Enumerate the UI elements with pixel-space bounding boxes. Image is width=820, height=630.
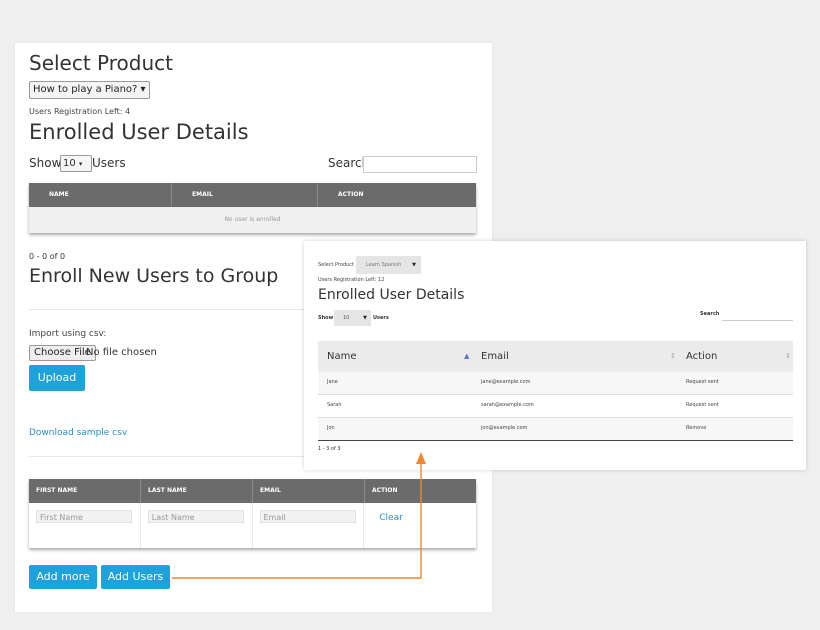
table-header: Name ▲ Email ⇕ Action ⇕ xyxy=(318,341,793,372)
cell-action: Request sent xyxy=(686,402,719,408)
enrolled-result-panel: Select Product Learn Spanish ▼ Users Regi… xyxy=(304,241,806,470)
table-bottom-border xyxy=(318,440,793,441)
select-product-heading: Select Product xyxy=(29,51,173,75)
enrolled-heading: Enrolled User Details xyxy=(29,120,249,144)
cell-email: sarah@example.com xyxy=(481,402,534,408)
pagination-info: 1 - 3 of 3 xyxy=(318,446,341,452)
show-label: Show xyxy=(318,315,334,321)
column-header-first-name: FIRST NAME xyxy=(29,479,141,503)
dropdown-arrow-icon: ▾ xyxy=(140,84,146,95)
cell-name: Jon xyxy=(327,425,335,431)
add-users-table: FIRST NAME LAST NAME EMAIL ACTION First … xyxy=(29,479,476,548)
table-header: FIRST NAME LAST NAME EMAIL ACTION xyxy=(29,479,476,503)
cell-name: Sarah xyxy=(327,402,342,408)
search-input[interactable] xyxy=(722,320,793,321)
column-header-email[interactable]: Email xyxy=(481,351,509,362)
action-cell: Clear xyxy=(364,503,476,548)
column-header-email: EMAIL xyxy=(253,479,365,503)
product-select[interactable]: Learn Spanish ▼ xyxy=(356,256,421,274)
last-name-input[interactable]: Last Name xyxy=(147,510,244,523)
cell-email: jon@example.com xyxy=(481,425,528,431)
upload-button[interactable]: Upload xyxy=(29,365,85,391)
add-more-button[interactable]: Add more xyxy=(29,565,97,589)
clear-link[interactable]: Clear xyxy=(371,510,469,523)
no-file-text: No file chosen xyxy=(86,347,157,358)
enrolled-users-table: NAME EMAIL ACTION No user is enrolled xyxy=(29,183,476,233)
dropdown-arrow-icon: ▼ xyxy=(363,315,367,321)
users-registration-left: Users Registration Left: 4 xyxy=(29,107,131,116)
select-product-label: Select Product xyxy=(318,262,354,268)
column-header-name[interactable]: NAME xyxy=(29,183,172,207)
enroll-heading: Enroll New Users to Group xyxy=(29,265,279,287)
column-header-email[interactable]: EMAIL xyxy=(172,183,318,207)
product-select[interactable]: How to play a Piano? ▾ xyxy=(29,81,150,99)
table-row: Jane jane@example.com Request sent xyxy=(318,372,793,395)
first-name-input[interactable]: First Name xyxy=(36,510,132,523)
column-header-last-name: LAST NAME xyxy=(141,479,253,503)
column-header-action: ACTION xyxy=(372,487,398,494)
sort-asc-icon[interactable]: ▲ xyxy=(464,352,469,360)
table-row: Sarah sarah@example.com Request sent xyxy=(318,395,793,418)
cell-name: Jane xyxy=(327,379,338,385)
page-size-select[interactable]: 10 ▾ xyxy=(60,155,92,172)
users-registration-left: Users Registration Left: 12 xyxy=(318,277,385,283)
page-size-select[interactable]: 10 ▼ xyxy=(334,310,371,326)
search-label: Search xyxy=(700,311,720,317)
dropdown-arrow-icon: ▾ xyxy=(78,160,83,168)
show-label: Show xyxy=(29,156,62,170)
pagination-info: 0 - 0 of 0 xyxy=(29,252,66,261)
empty-table-message: No user is enrolled xyxy=(29,207,476,233)
column-header-action[interactable]: Action xyxy=(686,351,717,362)
first-name-cell: First Name xyxy=(29,503,141,548)
enrolled-heading: Enrolled User Details xyxy=(318,287,465,303)
last-name-cell: Last Name xyxy=(141,503,253,548)
remove-link[interactable]: Remove xyxy=(686,425,706,431)
email-cell: Email xyxy=(253,503,365,548)
download-sample-csv-link[interactable]: Download sample csv xyxy=(29,428,127,438)
table-row: Jon jon@example.com Remove xyxy=(318,418,793,440)
add-users-button[interactable]: Add Users xyxy=(101,565,170,589)
cell-action: Request sent xyxy=(686,379,719,385)
table-row: First Name Last Name Email Clear xyxy=(29,503,476,548)
search-input[interactable] xyxy=(363,156,477,173)
email-input[interactable]: Email xyxy=(259,510,356,523)
dropdown-arrow-icon: ▼ xyxy=(412,262,416,268)
users-label: Users xyxy=(92,156,126,170)
users-label: Users xyxy=(373,315,389,321)
sort-icon[interactable]: ⇕ xyxy=(785,352,791,360)
sort-icon[interactable]: ⇕ xyxy=(670,352,676,360)
column-header-name[interactable]: Name xyxy=(327,351,357,362)
cell-email: jane@example.com xyxy=(481,379,531,385)
column-header-action[interactable]: ACTION xyxy=(318,183,476,207)
table-header: NAME EMAIL ACTION xyxy=(29,183,476,207)
import-csv-label: Import using csv: xyxy=(29,329,107,339)
